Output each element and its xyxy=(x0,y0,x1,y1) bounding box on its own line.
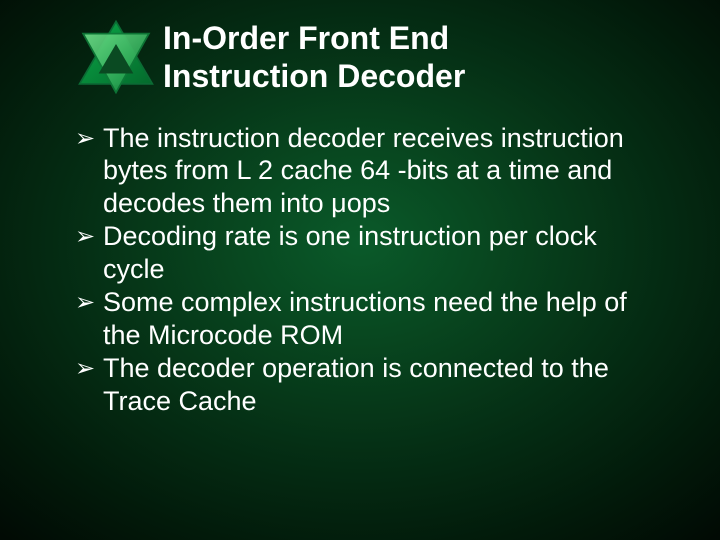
list-item: ➢ Decoding rate is one instruction per c… xyxy=(75,220,660,286)
title-line-2: Instruction Decoder xyxy=(163,58,660,96)
list-item: ➢ Some complex instructions need the hel… xyxy=(75,286,660,352)
bullet-glyph-icon: ➢ xyxy=(75,352,103,418)
bullet-text: Decoding rate is one instruction per clo… xyxy=(103,220,660,286)
bullet-text: Some complex instructions need the help … xyxy=(103,286,660,352)
slide: In-Order Front End Instruction Decoder ➢… xyxy=(0,0,720,540)
list-item: ➢ The instruction decoder receives instr… xyxy=(75,122,660,221)
bullet-glyph-icon: ➢ xyxy=(75,122,103,221)
slide-title: In-Order Front End Instruction Decoder xyxy=(163,20,660,96)
bullet-text: The instruction decoder receives instruc… xyxy=(103,122,660,221)
list-item: ➢ The decoder operation is connected to … xyxy=(75,352,660,418)
bullet-glyph-icon: ➢ xyxy=(75,220,103,286)
bullet-list: ➢ The instruction decoder receives instr… xyxy=(75,122,660,418)
title-line-1: In-Order Front End xyxy=(163,20,660,58)
bullet-text: The decoder operation is connected to th… xyxy=(103,352,660,418)
bullet-glyph-icon: ➢ xyxy=(75,286,103,352)
triangle-decor-icon xyxy=(72,18,160,96)
